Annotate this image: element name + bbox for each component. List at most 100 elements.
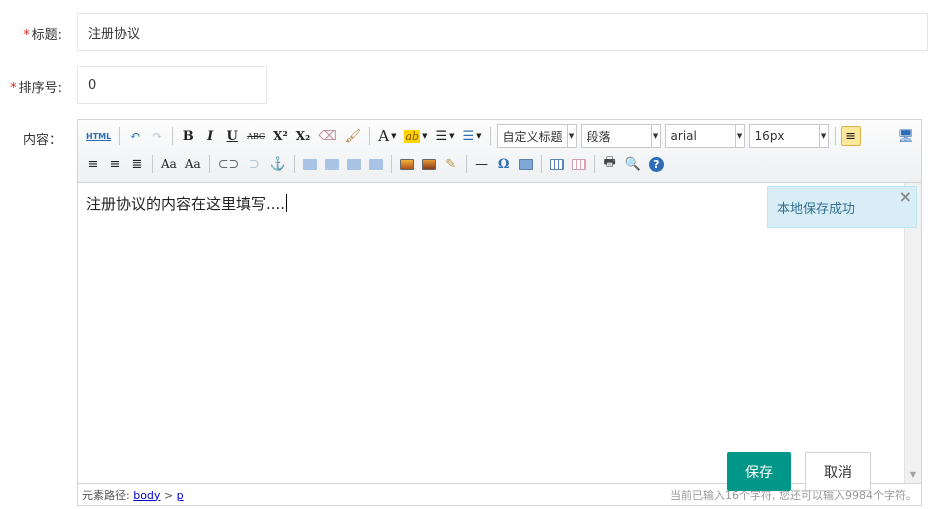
align-justify-icon[interactable]: ≣ (127, 154, 147, 174)
save-button[interactable]: 保存 (727, 452, 791, 491)
custom-heading-select[interactable]: 自定义标题 ▼ (496, 124, 577, 148)
unordered-list-icon: ☰ (462, 128, 475, 144)
toolbar-row-2: ≡ ≡ ≣ Aa Aa ⊂⊃ ⊃ ⚓ ✎ — Ω 🖶 🔍 ? (82, 151, 921, 177)
title-label: * 标题: (23, 24, 62, 43)
sort-label: * 排序号: (10, 77, 62, 96)
italic-button[interactable]: I (200, 126, 220, 146)
font-size-value: 16px (754, 129, 785, 143)
editor-scrollbar[interactable]: ▼ (904, 183, 921, 483)
font-family-select[interactable]: arial ▼ (664, 124, 745, 148)
toolbar-separator (834, 127, 836, 145)
image-float-left-icon[interactable] (322, 154, 342, 174)
title-input[interactable]: 注册协议 (77, 13, 928, 51)
redo-icon[interactable]: ↷ (147, 126, 167, 146)
chevron-down-icon: ▼ (566, 125, 576, 147)
image-float-none-icon[interactable] (300, 154, 320, 174)
print-icon[interactable]: 🖶 (600, 154, 620, 174)
notice-text: 本地保存成功 (777, 201, 856, 217)
editor-footer: 元素路径: body > p 当前已输入16个字符, 您还可以输入9984个字符… (78, 483, 921, 505)
align-right-icon[interactable]: ≡ (105, 154, 125, 174)
required-mark: * (10, 81, 17, 96)
editor-content-text: 注册协议的内容在这里填写.... (86, 195, 286, 213)
toolbar-separator (540, 155, 542, 173)
close-icon[interactable]: × (899, 187, 912, 206)
editor-content-area[interactable]: 注册协议的内容在这里填写.... (86, 193, 288, 214)
sort-input-value: 0 (88, 77, 97, 93)
element-path-label: 元素路径: (82, 488, 130, 502)
help-icon[interactable]: ? (646, 154, 667, 174)
anchor-icon[interactable]: ⚓ (266, 154, 288, 174)
superscript-button[interactable]: X² (270, 126, 291, 146)
chevron-down-icon: ▼ (818, 125, 828, 147)
insert-image-icon[interactable] (397, 154, 417, 174)
toolbar-separator (152, 155, 153, 173)
preview-search-icon[interactable]: 🔍 (622, 154, 644, 174)
element-path: 元素路径: body > p (82, 487, 184, 503)
element-path-p-link[interactable]: p (177, 489, 184, 502)
font-color-icon: A (378, 127, 390, 145)
save-success-notice: 本地保存成功 × (767, 186, 917, 228)
editor-toolbar: HTML ↶ ↷ B I U ABC X² X₂ ⌫ 🖌 A ▼ ab ▼ ☰ ▼ ☰… (78, 120, 921, 183)
chevron-down-icon: ▼ (734, 125, 744, 147)
lowercase-icon[interactable]: Aa (182, 154, 204, 174)
eraser-icon[interactable]: ⌫ (315, 126, 339, 146)
strikethrough-button[interactable]: ABC (244, 126, 268, 146)
text-caret (286, 194, 288, 212)
font-color-button[interactable]: A ▼ (375, 126, 399, 146)
sort-input[interactable]: 0 (77, 66, 267, 104)
horizontal-rule-icon[interactable]: — (472, 154, 492, 174)
undo-icon[interactable]: ↶ (125, 126, 145, 146)
paragraph-select[interactable]: 段落 ▼ (580, 124, 661, 148)
font-family-value: arial (670, 129, 697, 143)
element-path-separator: > (163, 488, 174, 502)
rich-text-editor: HTML ↶ ↷ B I U ABC X² X₂ ⌫ 🖌 A ▼ ab ▼ ☰ ▼ ☰… (77, 119, 922, 506)
chevron-down-icon: ▼ (650, 125, 660, 147)
insert-table-icon[interactable] (547, 154, 567, 174)
title-input-value: 注册协议 (88, 26, 141, 42)
ordered-list-icon: ☰ (435, 128, 448, 144)
toolbar-separator (465, 155, 467, 173)
link-icon[interactable]: ⊂⊃ (215, 154, 243, 174)
html-source-button[interactable]: HTML (83, 126, 114, 146)
insert-frame-icon[interactable] (516, 154, 536, 174)
sort-label-text: 排序号: (18, 81, 62, 96)
toolbar-separator (172, 127, 174, 145)
toolbar-separator (293, 155, 295, 173)
unlink-icon[interactable]: ⊃ (244, 154, 264, 174)
align-center-icon[interactable]: ≡ (83, 154, 103, 174)
element-path-body-link[interactable]: body (133, 489, 160, 502)
char-count: 当前已输入16个字符, 您还可以输入9984个字符。 (670, 488, 917, 502)
scroll-down-icon[interactable]: ▼ (905, 470, 921, 479)
toolbar-separator (369, 127, 371, 145)
bold-button[interactable]: B (178, 126, 198, 146)
format-brush-icon[interactable]: 🖌 (342, 126, 365, 146)
image-float-right-icon[interactable] (344, 154, 364, 174)
toolbar-separator (119, 127, 121, 145)
required-mark: * (23, 28, 30, 43)
delete-table-icon[interactable] (569, 154, 589, 174)
ordered-list-button[interactable]: ☰ ▼ (432, 126, 457, 146)
highlight-color-button[interactable]: ab ▼ (401, 126, 430, 146)
image-center-icon[interactable] (366, 154, 386, 174)
font-size-select[interactable]: 16px ▼ (748, 124, 829, 148)
toolbar-row-1: HTML ↶ ↷ B I U ABC X² X₂ ⌫ 🖌 A ▼ ab ▼ ☰ ▼ ☰… (82, 123, 921, 149)
cancel-button[interactable]: 取消 (805, 452, 871, 491)
preview-monitor-icon[interactable]: 🖥 (894, 126, 917, 146)
custom-heading-value: 自定义标题 (502, 129, 563, 144)
title-label-text: 标题: (31, 28, 62, 43)
underline-button[interactable]: U (222, 126, 242, 146)
paragraph-value: 段落 (586, 129, 611, 144)
subscript-button[interactable]: X₂ (293, 126, 314, 146)
toolbar-separator (208, 155, 210, 173)
scrawl-icon[interactable]: ✎ (441, 154, 461, 174)
multi-image-icon[interactable] (419, 154, 439, 174)
uppercase-icon[interactable]: Aa (158, 154, 180, 174)
toolbar-separator (489, 127, 491, 145)
align-left-icon[interactable]: ≡ (840, 126, 861, 146)
unordered-list-button[interactable]: ☰ ▼ (460, 126, 485, 146)
content-label: 内容： (22, 133, 62, 148)
special-char-icon[interactable]: Ω (494, 154, 514, 174)
highlight-icon: ab (404, 129, 421, 143)
toolbar-separator (593, 155, 595, 173)
toolbar-separator (390, 155, 392, 173)
